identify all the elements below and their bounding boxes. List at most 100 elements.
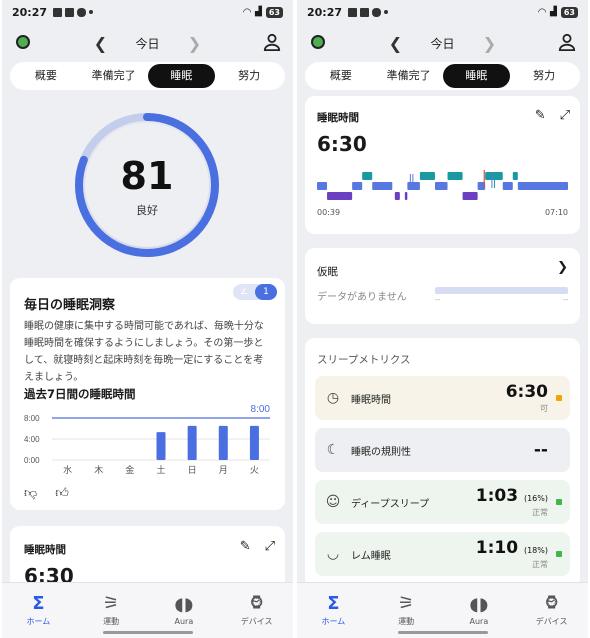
edit-icon[interactable]: ✎ (535, 108, 546, 123)
metrics-title: スリープメトリクス (317, 354, 411, 366)
moon-icon: ☾ (326, 442, 340, 458)
expand-icon[interactable]: ⤢ (265, 539, 275, 554)
x-tick-label: 水 (63, 464, 72, 476)
clock-zz-icon: ◷ (326, 390, 340, 406)
metric-value-box: 1:10 (18%) 正常 (476, 538, 548, 570)
tab-overview[interactable]: 概要 (12, 64, 80, 88)
x-tick-label: 日 (188, 465, 197, 476)
feedback-buttons: 👎︎ 👍︎ (24, 486, 69, 501)
tab-readiness[interactable]: 準備完了 (375, 64, 443, 88)
hypno-segment-light (407, 182, 420, 190)
tab-effort[interactable]: 努力 (510, 64, 578, 88)
metric-label: レム睡眠 (351, 550, 391, 562)
wifi-icon: ◠ (243, 6, 251, 18)
nav-device-label: デバイス (535, 616, 568, 626)
sigma-icon: Σ (327, 592, 340, 614)
thumbs-up-icon[interactable]: 👍︎ (55, 486, 69, 501)
nav-device[interactable]: ⌚︎ デバイス (220, 583, 293, 638)
expand-icon[interactable]: ⤢ (560, 108, 570, 123)
insight-pager[interactable]: ∠ 1 (233, 284, 277, 300)
cloud-icon (77, 7, 87, 17)
chevron-left-icon[interactable]: ❮ (380, 34, 410, 53)
image-icon (348, 7, 358, 17)
metric-number: 6:30 (505, 382, 548, 402)
hypno-transition-mark (409, 174, 411, 188)
tab-readiness[interactable]: 準備完了 (80, 64, 148, 88)
nav-device-label: デバイス (240, 616, 273, 626)
chevron-left-icon[interactable]: ❮ (85, 34, 115, 53)
hypno-segment-deep (462, 192, 478, 200)
sleep-score-value: 81 (120, 154, 174, 198)
chevron-right-icon[interactable]: ❯ (475, 34, 505, 53)
pager-current[interactable]: 1 (255, 284, 277, 300)
status-bar: 20:27 ◠ ▟ 63 (2, 0, 293, 24)
hypno-segment-rem (512, 172, 518, 180)
head-zz-icon: ☺ (325, 494, 341, 510)
day-label: 今日 (430, 36, 455, 51)
chevron-right-icon[interactable]: ❯ (557, 260, 568, 275)
hypno-transition-mark (493, 174, 495, 188)
pager-prev[interactable]: ∠ (233, 284, 255, 300)
metric-label: ディープスリープ (351, 498, 430, 510)
tab-bar: 概要 準備完了 睡眠 努力 (10, 62, 285, 90)
sigma-icon: Σ (32, 592, 45, 614)
metric-sleep-regularity[interactable]: ☾ 睡眠の規則性 -- (315, 428, 570, 472)
app-icon (65, 7, 75, 17)
nav-aura[interactable]: ◖◗ Aura (148, 583, 221, 638)
tab-sleep[interactable]: 睡眠 (147, 64, 216, 88)
tab-overview[interactable]: 概要 (307, 64, 375, 88)
metric-deep-sleep[interactable]: ☺ ディープスリープ 1:03 (16%) 正常 (315, 480, 570, 524)
battery-icon: 63 (265, 6, 283, 18)
sleep-metrics-card: スリープメトリクス ◷ 睡眠時間 6:30 可 ☾ 睡眠の規則性 -- ☺ ディ… (305, 338, 580, 588)
tab-bar: 概要 準備完了 睡眠 努力 (305, 62, 580, 90)
sleep-time-value: 6:30 (317, 132, 367, 156)
edit-icon[interactable]: ✎ (240, 539, 251, 554)
hypno-segment-light (372, 182, 393, 190)
bar-月 (218, 425, 228, 460)
metric-status: 正常 (532, 560, 548, 569)
x-tick-label: 土 (156, 464, 165, 476)
hypno-segment-light (317, 182, 328, 190)
runner-icon: ⚞ (103, 592, 120, 614)
date-nav: ❮ 今日 ❯ (2, 30, 293, 56)
metric-value-box: 6:30 可 (506, 382, 548, 414)
sleep-time-title: 睡眠時間 (24, 544, 66, 556)
hypno-transition-mark (412, 174, 414, 188)
tab-sleep[interactable]: 睡眠 (442, 64, 511, 88)
bar-火 (249, 425, 259, 460)
sleep-time-card[interactable]: 睡眠時間 ✎ ⤢ 6:30 00:39 07:10 (305, 96, 580, 234)
metric-value: 1:03 (16%) (476, 486, 548, 506)
nav-aura-label: Aura (469, 616, 489, 626)
chevron-right-icon[interactable]: ❯ (180, 34, 210, 53)
tab-effort[interactable]: 努力 (215, 64, 283, 88)
week-sleep-chart: 8:00 8:00 4:00 0:00 水 木 金 土 日 月 火 (24, 404, 270, 476)
nav-exercise[interactable]: ⚞ 運動 (75, 583, 148, 638)
image-icon (53, 7, 63, 17)
nav-device[interactable]: ⌚︎ デバイス (515, 583, 588, 638)
nav-aura[interactable]: ◖◗ Aura (443, 583, 516, 638)
metric-status: 正常 (532, 508, 548, 517)
nav-home[interactable]: Σ ホーム (297, 583, 370, 638)
metric-rem-sleep[interactable]: ◡ レム睡眠 1:10 (18%) 正常 (315, 532, 570, 576)
thumbs-down-icon[interactable]: 👎︎ (24, 486, 37, 501)
metric-number: -- (533, 440, 548, 460)
nav-exercise[interactable]: ⚞ 運動 (370, 583, 443, 638)
y-tick-label: 4:00 (24, 435, 40, 444)
nap-card[interactable]: 仮眠 ❯ データがありません -- -- (305, 248, 580, 324)
status-square (556, 447, 562, 453)
status-bar: 20:27 ◠ ▟ 63 (297, 0, 588, 24)
watch-status-icon[interactable] (311, 35, 325, 49)
profile-icon[interactable] (263, 33, 281, 51)
watch-status-icon[interactable] (16, 35, 30, 49)
metric-value: -- (534, 440, 548, 460)
nav-home[interactable]: Σ ホーム (2, 583, 75, 638)
sleep-score-ring[interactable]: 81 良好 (72, 110, 222, 260)
hypno-transition-mark (491, 174, 493, 188)
profile-icon[interactable] (558, 33, 576, 51)
day-label: 今日 (135, 36, 160, 51)
nap-dash-left: -- (435, 296, 441, 304)
card-tools: ✎ ⤢ (240, 539, 275, 554)
metric-label: 睡眠の規則性 (351, 446, 411, 458)
insight-title: 毎日の睡眠洞察 (24, 298, 116, 313)
metric-sleep-duration[interactable]: ◷ 睡眠時間 6:30 可 (315, 376, 570, 420)
